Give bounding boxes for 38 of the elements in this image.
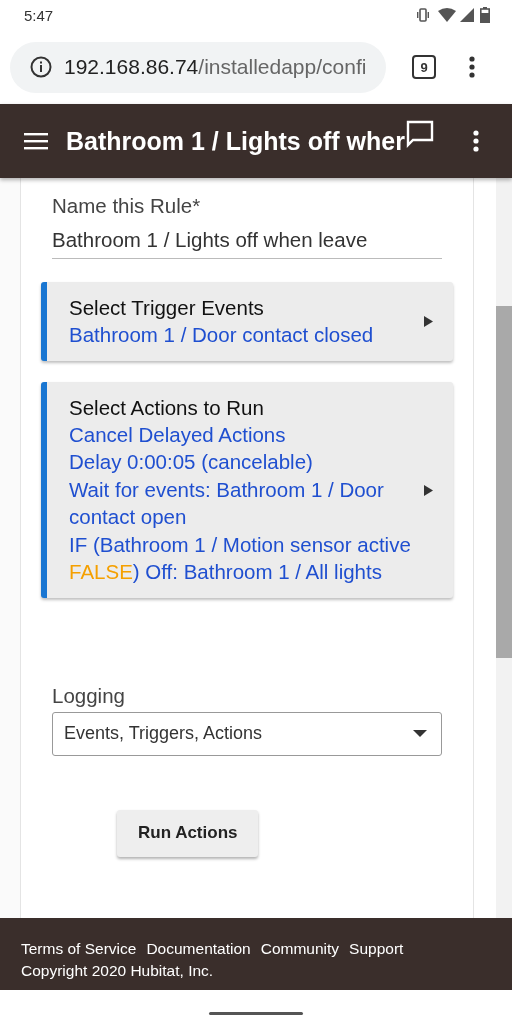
arrow-right-icon bbox=[424, 484, 433, 496]
action-text: Cancel Delayed Actions bbox=[69, 421, 287, 448]
footer-link[interactable]: Support bbox=[349, 940, 404, 958]
url-text: 192.168.86.74/installedapp/confi bbox=[64, 55, 367, 79]
footer-link[interactable]: Documentation bbox=[146, 940, 251, 958]
home-handle[interactable] bbox=[209, 1012, 303, 1015]
action-text: IF (Bathroom 1 / Motion sensor active FALSE) Off: Bathroom 1 / All lights bbox=[69, 531, 412, 585]
chat-icon[interactable] bbox=[405, 120, 434, 148]
action-text: Delay 0:00:05 (cancelable) bbox=[69, 449, 314, 475]
more-icon[interactable] bbox=[468, 55, 476, 79]
wifi-icon bbox=[438, 8, 456, 22]
field-label: Name this Rule* bbox=[52, 194, 202, 218]
vibrate-icon bbox=[416, 8, 430, 22]
arrow-right-icon bbox=[424, 316, 433, 328]
tab-count-button[interactable]: 9 bbox=[412, 55, 436, 79]
rule-section[interactable]: Select Actions to Run Cancel Delayed Actions Delay 0:00:05 (cancelable) Wait for events: Bathroom 1 / Door contact open IF (Bathroom 1 / Motion sensor active FALSE) Off: Bathroom 1 / All lights bbox=[41, 381, 453, 598]
logging-dropdown[interactable]: Events, Triggers, Actions bbox=[52, 711, 442, 756]
rule-section[interactable]: Select Trigger Events Bathroom 1 / Door contact closed bbox=[41, 282, 453, 361]
battery-icon bbox=[480, 7, 490, 23]
rule-name-field[interactable]: Bathroom 1 / Lights off when leave bbox=[52, 228, 442, 259]
more-icon[interactable] bbox=[471, 129, 480, 153]
section-title: Select Trigger Events bbox=[69, 295, 265, 321]
footer-link[interactable]: Terms of Service bbox=[21, 940, 137, 958]
copyright-text: Copyright 2020 Hubitat, Inc. bbox=[21, 962, 215, 980]
footer-link[interactable]: Community bbox=[260, 940, 340, 958]
info-icon[interactable] bbox=[30, 56, 52, 78]
address-bar[interactable]: 192.168.86.74/installedapp/confi bbox=[10, 41, 386, 93]
run-actions-button[interactable]: Run Actions bbox=[117, 809, 259, 857]
dropdown-arrow-icon bbox=[413, 730, 427, 737]
signal-icon bbox=[460, 8, 474, 22]
menu-icon[interactable] bbox=[24, 132, 48, 150]
action-text: Wait for events: Bathroom 1 / Door contact open bbox=[69, 476, 385, 530]
scrollbar-thumb[interactable] bbox=[496, 306, 512, 658]
page-title: Bathroom 1 / Lights off wher bbox=[66, 126, 405, 156]
section-title: Select Actions to Run bbox=[69, 394, 265, 421]
status-time: 5:47 bbox=[24, 6, 55, 24]
action-text: Bathroom 1 / Door contact closed bbox=[69, 322, 375, 348]
field-label: Logging bbox=[52, 683, 126, 708]
